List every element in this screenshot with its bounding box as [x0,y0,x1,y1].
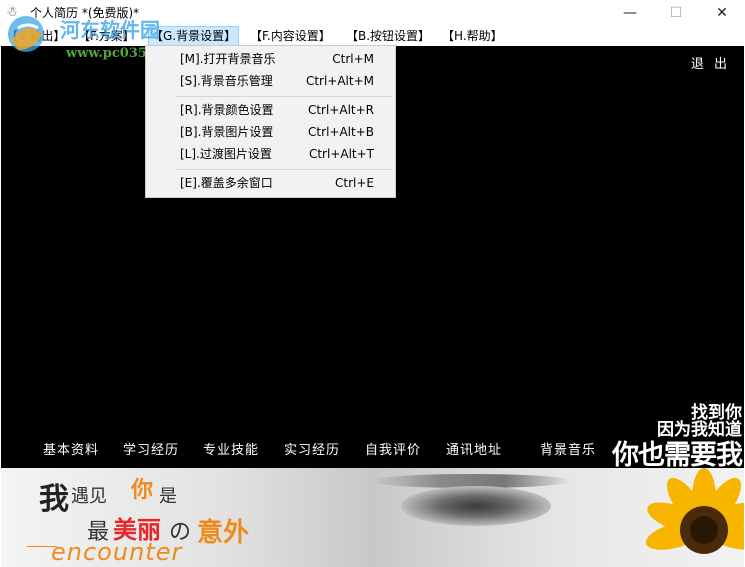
nav-education[interactable]: 学习经历 [123,439,179,458]
menu-item-shortcut: Ctrl+Alt+B [308,125,374,139]
menu-help[interactable]: 【H.帮助】 [440,26,505,46]
menu-item-open-music[interactable]: [M].打开背景音乐 Ctrl+M [147,48,394,70]
menu-item-background-color[interactable]: [R].背景颜色设置 Ctrl+Alt+R [147,99,394,121]
nav-address[interactable]: 通讯地址 [446,439,502,458]
banner-face-eye [401,486,551,526]
nav-internship[interactable]: 实习经历 [284,439,340,458]
menu-item-transition-image[interactable]: [L].过渡图片设置 Ctrl+Alt+T [147,143,394,165]
menu-item-label: [R].背景颜色设置 [180,103,274,117]
sunflower-icon [645,468,744,554]
banner-text-wo: 我 [39,482,69,517]
banner-text-yujian: 遇见 [71,486,107,507]
menu-button-settings[interactable]: 【B.按钮设置】 [344,26,432,46]
nav-background-music[interactable]: 背景音乐 [540,439,596,458]
menu-separator [176,96,392,97]
exit-button[interactable]: 退 出 [691,53,730,72]
banner-text-english: encounter [51,538,183,566]
banner-image: 我 遇见 你 是 最 美丽 の 意外 encounter [1,468,744,567]
menu-item-label: [M].打开背景音乐 [180,52,276,66]
menu-item-label: [E].覆盖多余窗口 [180,176,273,190]
menu-item-shortcut: Ctrl+Alt+R [307,103,374,117]
watermark-site: 河东软件园 [60,18,160,42]
watermark-logo-icon [8,16,44,52]
menu-background-settings[interactable]: 【G.背景设置】 [148,26,240,46]
menu-item-label: [S].背景音乐管理 [180,74,273,88]
menu-content-settings[interactable]: 【F.内容设置】 [248,26,333,46]
menu-item-cover-windows[interactable]: [E].覆盖多余窗口 Ctrl+E [147,172,394,194]
menu-item-label: [B].背景图片设置 [180,125,274,139]
menu-item-shortcut: Ctrl+Alt+T [308,147,374,161]
nav-self-evaluation[interactable]: 自我评价 [365,439,421,458]
nav-skills[interactable]: 专业技能 [203,439,259,458]
menu-item-label: [L].过渡图片设置 [180,147,272,161]
menu-item-music-manager[interactable]: [S].背景音乐管理 Ctrl+Alt+M [147,70,394,92]
banner-text-yiwai: 意外 [197,518,250,548]
menu-item-shortcut: Ctrl+Alt+M [305,74,374,88]
menu-item-shortcut: Ctrl+M [332,52,374,66]
slogan-line-3: 你也需要我 [612,440,743,471]
nav-basic-info[interactable]: 基本资料 [43,439,99,458]
minimize-button[interactable]: — [607,0,653,26]
banner-text-shi: 是 [159,486,177,507]
close-button[interactable]: ✕ [699,0,745,26]
maximize-button[interactable]: ☐ [653,0,699,26]
banner-text-ni: 你 [131,477,154,503]
background-settings-menu: [M].打开背景音乐 Ctrl+M [S].背景音乐管理 Ctrl+Alt+M … [145,45,396,198]
menu-item-shortcut: Ctrl+E [335,176,374,190]
menu-item-background-image[interactable]: [B].背景图片设置 Ctrl+Alt+B [147,121,394,143]
menu-separator [176,169,392,170]
